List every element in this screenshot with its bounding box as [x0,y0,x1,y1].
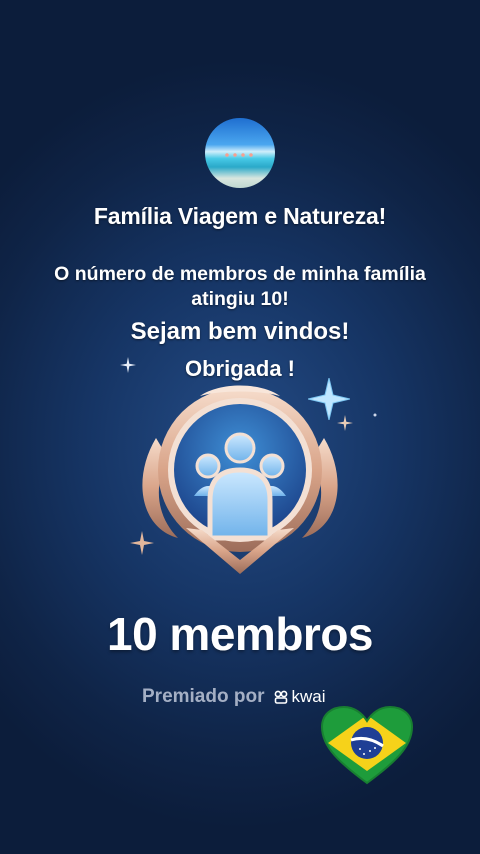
milestone-message: O número de membros de minha família ati… [54,263,426,310]
kwai-logo: kwai [274,687,326,707]
family-name: Família Viagem e Natureza! [93,203,387,229]
kwai-brand-text: kwai [291,687,326,706]
kwai-logo-icon [275,690,288,704]
awarded-by-label: Premiado por [142,686,265,707]
welcome-text: Sejam bem vindos! [130,318,350,345]
brazil-flag-heart-icon [320,705,414,785]
members-badge-icon [142,385,338,574]
sparkle-icon [373,413,377,417]
family-avatar[interactable] [205,118,275,188]
sparkle-icon [120,357,136,373]
member-count: 10 membros [106,608,374,660]
awarded-by: Premiado por kwai [142,686,326,708]
